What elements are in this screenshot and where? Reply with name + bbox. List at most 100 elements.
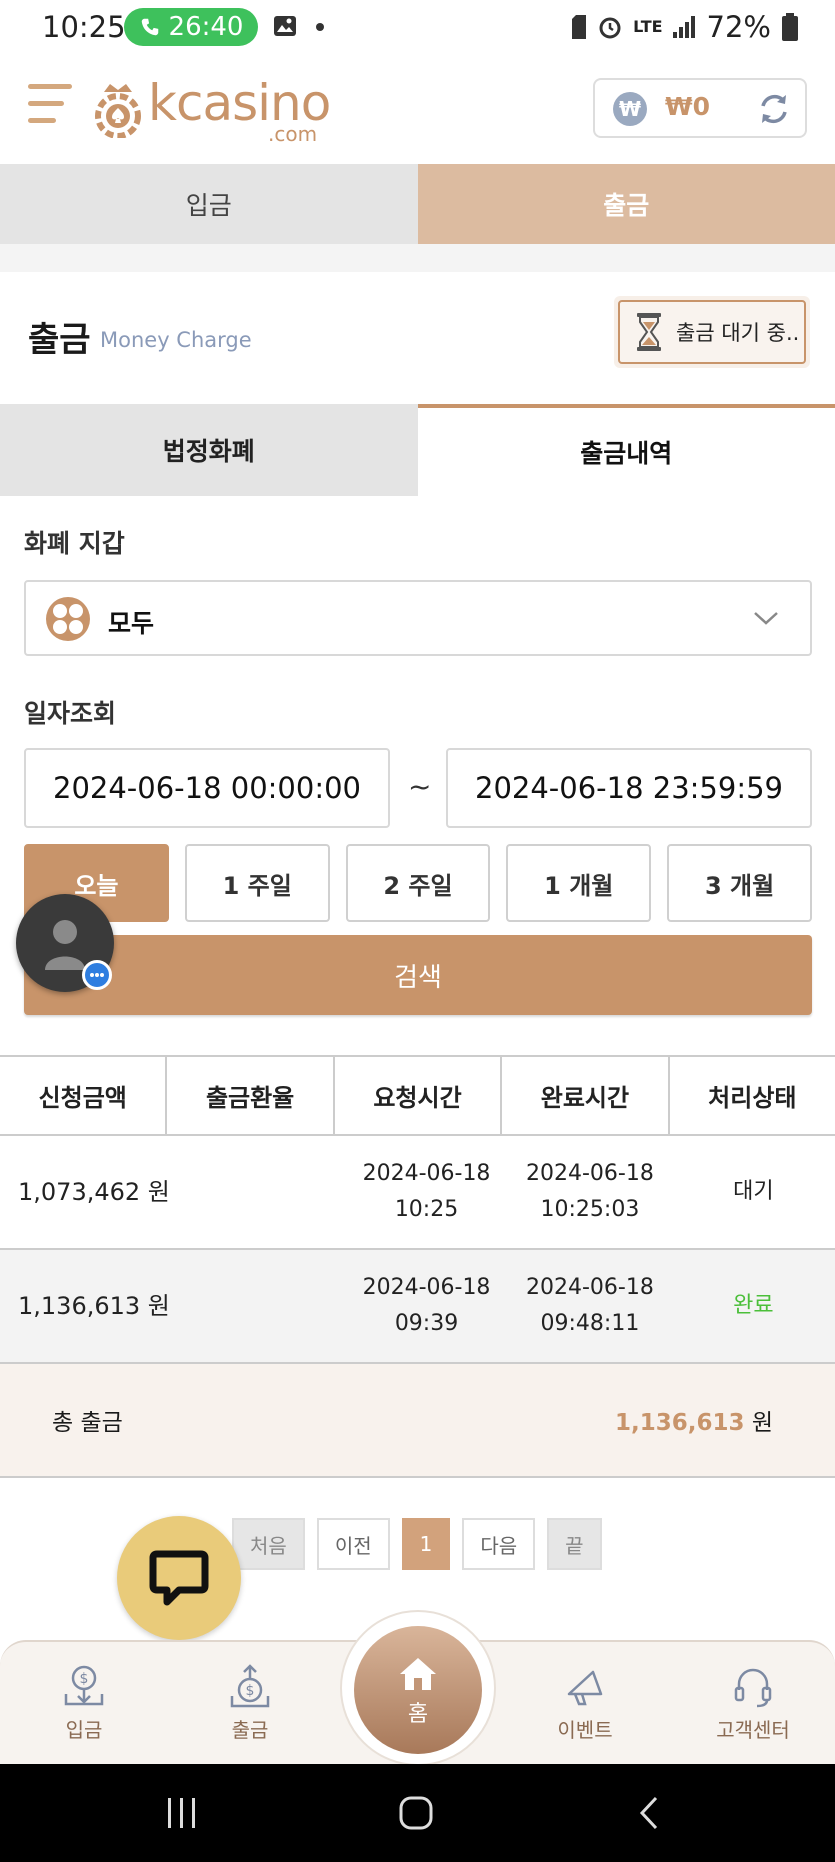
- hourglass-icon: [637, 313, 661, 351]
- chevron-down-icon: [754, 612, 778, 625]
- logo-domain: .com: [268, 122, 318, 146]
- status-bar: 10:25 26:40 LTE 72%: [0, 0, 835, 52]
- column-header: 출금환율: [167, 1057, 335, 1134]
- nav-deposit-label: 입금: [65, 1718, 103, 1742]
- deposit-icon: $: [64, 1665, 104, 1706]
- alarm-icon: [599, 17, 621, 39]
- column-header: 처리상태: [708, 1084, 797, 1112]
- cell-status: 완료: [733, 1293, 774, 1318]
- withdraw-history-table: 신청금액 출금환율 요청시간 완료시간 처리상태 1,073,462 원 202…: [0, 1055, 835, 1478]
- cell-status: 대기: [733, 1179, 774, 1204]
- withdraw-pending-button[interactable]: 출금 대기 중..: [614, 296, 810, 368]
- request-date: 2024-06-18: [362, 1275, 491, 1300]
- withdraw-icon: $: [230, 1664, 270, 1708]
- total-unit: 원: [751, 1410, 773, 1436]
- call-pill[interactable]: 26:40: [124, 8, 258, 46]
- refresh-icon[interactable]: [757, 92, 791, 126]
- cell-request-time: 2024-06-18 09:39: [345, 1250, 508, 1362]
- battery-percent: 72%: [706, 10, 771, 44]
- complete-time: 10:25:03: [540, 1197, 640, 1222]
- balance-value: ₩0: [665, 92, 710, 121]
- total-amount: 1,136,613 원: [615, 1403, 773, 1437]
- nav-deposit[interactable]: $ 입금: [29, 1664, 139, 1743]
- table-header: 신청금액 출금환율 요청시간 완료시간 처리상태: [0, 1055, 835, 1136]
- cell-complete-time: 2024-06-18 09:48:11: [508, 1250, 671, 1362]
- page-prev-button[interactable]: 이전: [316, 1518, 390, 1570]
- column-header: 완료시간: [502, 1057, 670, 1134]
- page-title: 출금: [28, 320, 91, 360]
- wallet-label: 화폐 지갑: [24, 529, 125, 558]
- notification-dot-icon: [316, 23, 324, 31]
- page-last-button[interactable]: 끝: [547, 1518, 602, 1570]
- cell-amount: 1,136,613 원: [18, 1292, 170, 1320]
- nav-withdraw[interactable]: $ 출금: [195, 1664, 305, 1743]
- battery-icon: [782, 13, 798, 41]
- nav-support[interactable]: 고객센터: [698, 1664, 808, 1743]
- pending-label: 출금 대기 중..: [676, 321, 800, 345]
- signal-icon: [672, 16, 695, 38]
- nav-home[interactable]: 홈: [354, 1626, 482, 1754]
- sim-icon: [572, 15, 587, 39]
- date-separator: ~: [408, 770, 432, 803]
- period-1month-button[interactable]: 1 개월: [506, 844, 652, 922]
- complete-time: 09:48:11: [540, 1311, 640, 1336]
- page-first-button[interactable]: 처음: [232, 1518, 305, 1570]
- total-label: 총 출금: [52, 1410, 123, 1436]
- nav-event[interactable]: 이벤트: [530, 1664, 640, 1743]
- status-right: LTE 72%: [571, 10, 799, 44]
- user-avatar-icon: [45, 920, 85, 970]
- kcasino-logo[interactable]: kcasino .com: [94, 74, 334, 146]
- all-wallets-icon: [46, 597, 90, 641]
- megaphone-icon: [567, 1670, 603, 1706]
- home-icon: [400, 1658, 436, 1690]
- sub-tabs: 법정화폐 출금내역: [0, 404, 835, 496]
- page-next-button[interactable]: 다음: [462, 1518, 536, 1570]
- page-subtitle: Money Charge: [100, 328, 252, 352]
- system-nav-bar: [0, 1764, 835, 1862]
- poker-chip-logo-icon: [95, 84, 141, 138]
- cell-request-time: 2024-06-18 10:25: [345, 1136, 508, 1248]
- wallet-select[interactable]: 모두: [24, 580, 812, 656]
- balance-box[interactable]: ₩ ₩0: [593, 78, 807, 138]
- live-chat-button[interactable]: [117, 1516, 241, 1640]
- tab-fiat-currency[interactable]: 법정화폐: [0, 404, 418, 496]
- request-time: 09:39: [394, 1311, 459, 1336]
- end-date-input[interactable]: 2024-06-18 23:59:59: [446, 748, 812, 828]
- complete-date: 2024-06-18: [525, 1161, 654, 1186]
- menu-icon[interactable]: [28, 84, 72, 128]
- section-divider: [0, 244, 835, 272]
- chat-bubble-icon: [149, 1550, 209, 1606]
- search-button[interactable]: 검색: [24, 935, 812, 1015]
- pagination: 처음 이전 1 다음 끝: [232, 1518, 602, 1570]
- period-3month-button[interactable]: 3 개월: [667, 844, 812, 922]
- chat-bubble-badge-icon: [82, 960, 112, 990]
- page-current-button[interactable]: 1: [401, 1518, 451, 1570]
- back-icon[interactable]: [638, 1796, 660, 1830]
- home-system-icon[interactable]: [399, 1796, 433, 1830]
- column-header: 요청시간: [335, 1057, 503, 1134]
- column-header: 신청금액: [0, 1057, 168, 1134]
- nav-home-label: 홈: [407, 1702, 429, 1727]
- network-type: LTE: [633, 17, 663, 36]
- cell-amount: 1,073,462 원: [18, 1178, 170, 1206]
- cell-rate: [181, 1250, 344, 1362]
- won-coin-icon: ₩: [613, 92, 647, 126]
- start-date-input[interactable]: 2024-06-18 00:00:00: [24, 748, 390, 828]
- status-time: 10:25: [42, 10, 126, 44]
- period-1week-button[interactable]: 1 주일: [184, 844, 330, 922]
- top-tabs: 입금 출금: [0, 164, 835, 244]
- tab-deposit[interactable]: 입금: [0, 164, 418, 244]
- recent-apps-icon[interactable]: [166, 1798, 198, 1828]
- request-time: 10:25: [394, 1197, 459, 1222]
- nav-event-label: 이벤트: [557, 1718, 613, 1742]
- date-search-label: 일자조회: [24, 699, 117, 728]
- nav-support-label: 고객센터: [716, 1718, 790, 1742]
- table-row: 1,073,462 원 2024-06-18 10:25 2024-06-18 …: [0, 1136, 835, 1250]
- tab-withdraw-history[interactable]: 출금내역: [417, 404, 835, 496]
- wallet-selected-value: 모두: [108, 609, 155, 638]
- request-date: 2024-06-18: [362, 1161, 491, 1186]
- period-2week-button[interactable]: 2 주일: [345, 844, 491, 922]
- tab-withdraw[interactable]: 출금: [417, 164, 835, 244]
- total-row: 총 출금 1,136,613 원: [0, 1364, 835, 1478]
- cell-rate: [181, 1136, 344, 1248]
